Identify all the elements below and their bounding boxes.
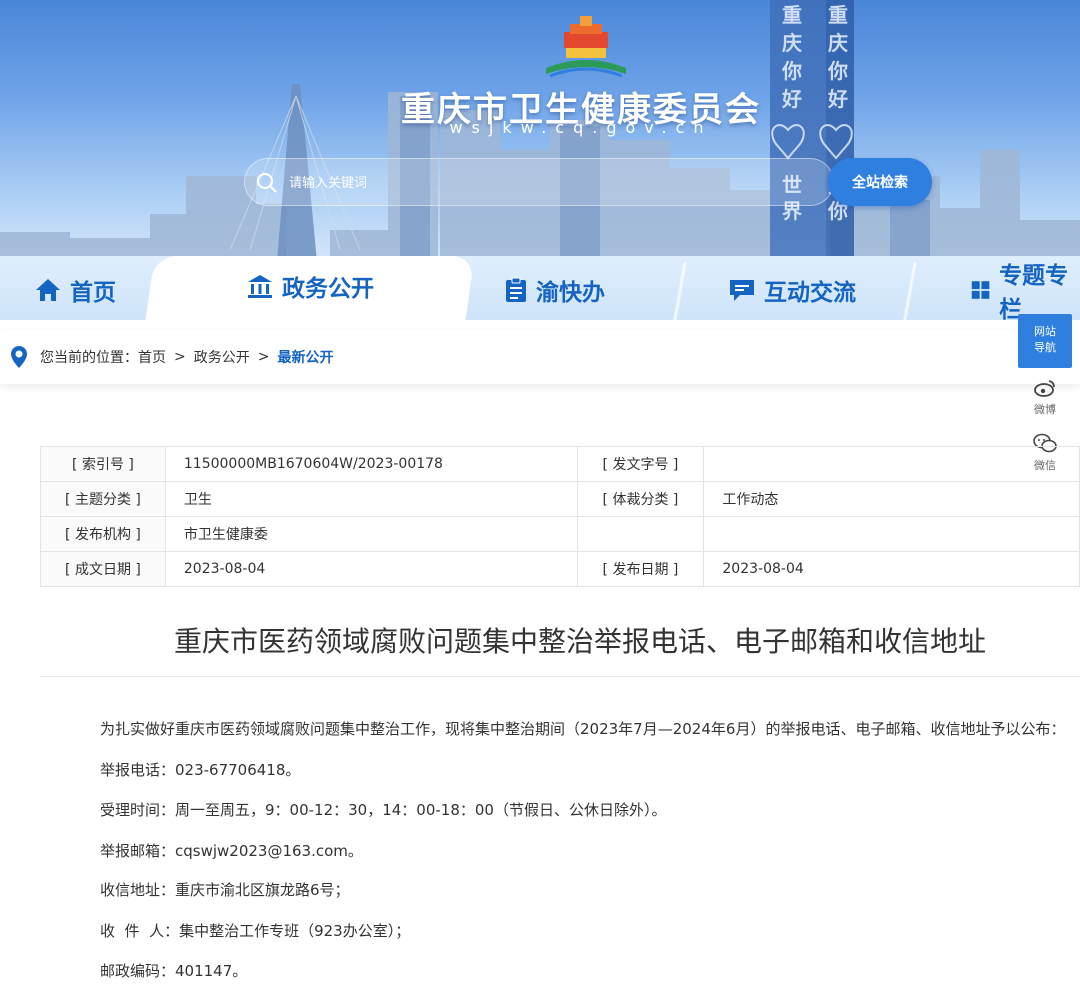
meta-value: 2023-08-04	[164, 551, 578, 587]
article-paragraph: 举报电话：023-67706418。	[100, 761, 301, 779]
weibo-label: 微博	[1034, 403, 1056, 416]
nav-item-home[interactable]: 首页	[34, 272, 116, 308]
meta-key: [ 发布日期 ]	[576, 551, 705, 587]
site-navigation-button[interactable]: 网站 导航	[1018, 314, 1072, 368]
search-icon	[257, 173, 277, 193]
breadcrumb-current: 最新公开	[277, 350, 334, 366]
home-icon	[36, 279, 60, 301]
table-row: [ 成文日期 ] 2023-08-04 [ 发布日期 ] 2023-08-04	[40, 551, 1080, 587]
meta-value: 卫生	[164, 481, 578, 517]
nav-item-special-topics[interactable]: 专题专栏	[970, 263, 1080, 323]
meta-value: 11500000MB1670604W/2023-00178	[164, 446, 578, 482]
article-paragraph: 邮政编码：401147。	[100, 962, 248, 980]
meta-key: [ 主题分类 ]	[40, 481, 166, 517]
meta-value	[703, 446, 1080, 482]
breadcrumb-separator: >	[257, 349, 270, 365]
meta-key: [ 体裁分类 ]	[576, 481, 705, 517]
nav-item-label: 首页	[70, 280, 116, 306]
nav-divider	[440, 262, 480, 320]
header-banner: 重庆你好 重庆你好 世界 拥你 重庆市卫生健康委员会 wsjkw.cq.gov.…	[0, 0, 1080, 272]
nav-item-label: 政务公开	[282, 276, 374, 302]
meta-key: [ 成文日期 ]	[40, 551, 166, 587]
site-domain: wsjkw.cq.gov.cn	[449, 118, 713, 137]
meta-value	[703, 516, 1080, 552]
search-input[interactable]	[289, 171, 809, 195]
article-paragraph: 受理时间：周一至周五，9：00-12：30，14：00-18：00（节假日、公休…	[100, 801, 667, 819]
article-paragraph: 收 件 人：集中整治工作专班（923办公室）；	[100, 922, 411, 940]
meta-key: [ 发布机构 ]	[40, 516, 166, 552]
breadcrumb-government-link[interactable]: 政务公开	[194, 347, 250, 367]
svg-text:重: 重	[782, 3, 802, 27]
emblem-logo	[546, 16, 626, 78]
government-building-icon	[248, 275, 272, 298]
meta-value: 市卫生健康委	[164, 516, 578, 552]
meta-key	[576, 516, 705, 552]
breadcrumb-separator: >	[174, 349, 186, 365]
svg-text:庆: 庆	[828, 31, 848, 55]
article-title: 重庆市医药领域腐败问题集中整治举报电话、电子邮箱和收信地址	[173, 625, 986, 658]
svg-text:庆: 庆	[782, 31, 802, 55]
meta-value: 工作动态	[703, 481, 1080, 517]
svg-text:你: 你	[781, 59, 802, 83]
site-search-button[interactable]: 全站检索	[828, 158, 932, 206]
clipboard-icon	[506, 277, 526, 302]
svg-text:重: 重	[828, 3, 848, 27]
weibo-icon	[1034, 380, 1055, 397]
site-nav-label-line1: 网站	[1034, 325, 1056, 338]
nav-item-interaction[interactable]: 互动交流	[728, 272, 856, 308]
grid-icon	[971, 281, 990, 299]
table-row: [ 索引号 ] 11500000MB1670604W/2023-00178 [ …	[40, 446, 1080, 482]
nav-item-government-affairs[interactable]: 政务公开	[246, 268, 374, 304]
breadcrumb-home-link[interactable]: 首页	[138, 347, 166, 367]
title-divider	[40, 676, 1080, 677]
location-pin-icon	[11, 346, 27, 368]
table-row: [ 发布机构 ] 市卫生健康委	[40, 516, 1080, 552]
breadcrumb: 您当前的位置： 首页 > 政务公开 > 最新公开	[0, 330, 1080, 384]
nav-item-yukuaiban[interactable]: 渝快办	[504, 272, 605, 308]
svg-text:你: 你	[827, 59, 848, 83]
article-paragraph: 收信地址：重庆市渝北区旗龙路6号；	[100, 881, 350, 899]
breadcrumb-prefix: 您当前的位置：	[40, 350, 138, 366]
site-nav-label-line2: 导航	[1034, 341, 1056, 354]
meta-key: [ 索引号 ]	[40, 446, 166, 482]
page: 重庆你好 重庆你好 世界 拥你 重庆市卫生健康委员会 wsjkw.cq.gov.…	[0, 0, 1080, 999]
meta-value: 2023-08-04	[703, 551, 1080, 587]
chat-icon	[730, 280, 754, 301]
article-paragraph: 举报邮箱：cqswjw2023@163.com。	[100, 842, 363, 860]
meta-key: [ 发文字号 ]	[576, 446, 705, 482]
nav-item-label: 互动交流	[764, 280, 856, 306]
document-meta-table: [ 索引号 ] 11500000MB1670604W/2023-00178 [ …	[40, 446, 1080, 587]
table-row: [ 主题分类 ] 卫生 [ 体裁分类 ] 工作动态	[40, 481, 1080, 517]
nav-divider	[890, 262, 930, 320]
article-paragraph: 为扎实做好重庆市医药领域腐败问题集中整治工作，现将集中整治期间（2023年7月—…	[100, 720, 1066, 738]
weibo-button[interactable]: 微博	[1018, 378, 1072, 417]
nav-item-label: 渝快办	[536, 280, 605, 306]
search-box[interactable]	[244, 158, 834, 206]
nav-divider	[660, 262, 700, 320]
